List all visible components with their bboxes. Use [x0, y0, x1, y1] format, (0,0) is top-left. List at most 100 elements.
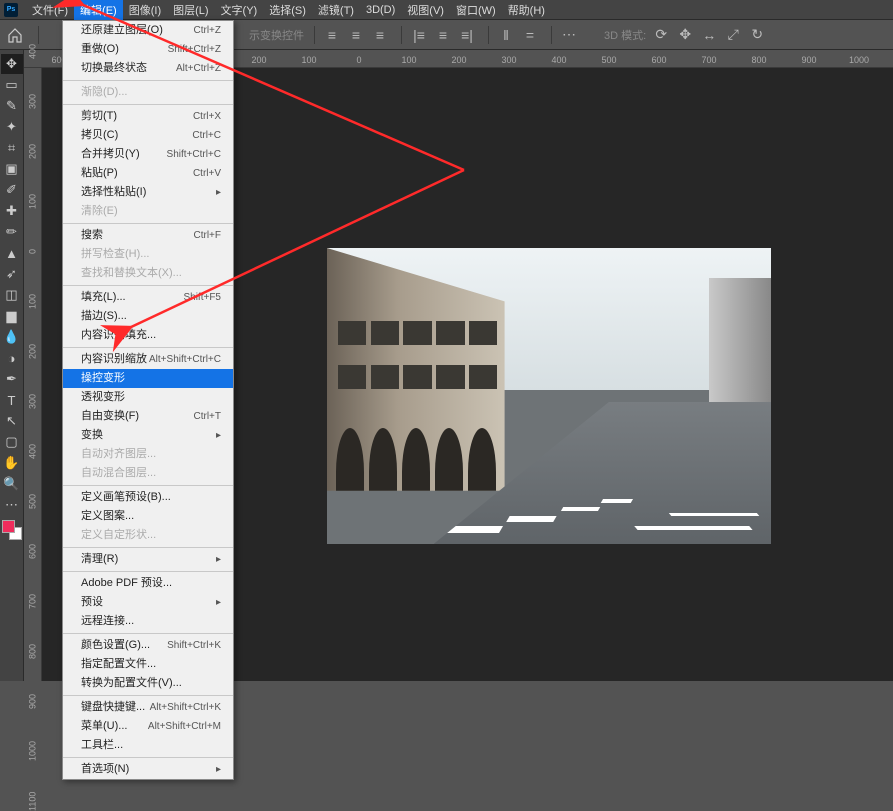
blur-tool[interactable]: 💧: [1, 327, 23, 347]
menu-item[interactable]: 颜色设置(G)...Shift+Ctrl+K: [63, 636, 233, 655]
menu-item[interactable]: 描边(S)...: [63, 307, 233, 326]
menu-separator: [63, 695, 233, 696]
menu-item[interactable]: 变换▸: [63, 426, 233, 445]
menu-file[interactable]: 文件(F): [26, 0, 74, 20]
shape-tool[interactable]: ▢: [1, 432, 23, 452]
menu-item[interactable]: 转换为配置文件(V)...: [63, 674, 233, 693]
edit-menu-dropdown: 还原建立图层(O)Ctrl+Z重做(O)Shift+Ctrl+Z切换最终状态Al…: [62, 20, 234, 780]
3d-slide-icon[interactable]: ↔: [698, 25, 720, 45]
move-tool[interactable]: ✥: [1, 54, 23, 74]
healing-tool[interactable]: ✚: [1, 201, 23, 221]
home-icon[interactable]: [6, 26, 24, 44]
eyedropper-tool[interactable]: ✐: [1, 180, 23, 200]
menu-item[interactable]: 填充(L)...Shift+F5: [63, 288, 233, 307]
menu-item[interactable]: 预设▸: [63, 593, 233, 612]
menu-image[interactable]: 图像(I): [123, 0, 167, 20]
menu-item[interactable]: 定义画笔预设(B)...: [63, 488, 233, 507]
menu-help[interactable]: 帮助(H): [502, 0, 551, 20]
menu-item[interactable]: 拷贝(C)Ctrl+C: [63, 126, 233, 145]
stamp-tool[interactable]: ▲: [1, 243, 23, 263]
align-left-icon[interactable]: |≡: [408, 25, 430, 45]
menu-3d[interactable]: 3D(D): [360, 2, 401, 18]
ruler-tick: 700: [24, 594, 41, 608]
menu-item[interactable]: 选择性粘贴(I)▸: [63, 183, 233, 202]
menu-item[interactable]: 指定配置文件...: [63, 655, 233, 674]
frame-tool[interactable]: ▣: [1, 159, 23, 179]
gradient-tool[interactable]: ▆: [1, 306, 23, 326]
crop-tool[interactable]: ⌗: [1, 138, 23, 158]
distribute-v-icon[interactable]: =: [519, 25, 541, 45]
menu-item[interactable]: 搜索Ctrl+F: [63, 226, 233, 245]
menu-item[interactable]: 操控变形: [63, 369, 233, 388]
divider: [38, 26, 39, 44]
align-top-icon[interactable]: ≡: [321, 25, 343, 45]
eraser-tool[interactable]: ◫: [1, 285, 23, 305]
3d-orbit-icon[interactable]: ⟳: [650, 25, 672, 45]
menu-item[interactable]: 清理(R)▸: [63, 550, 233, 569]
fg-color-swatch[interactable]: [2, 520, 15, 533]
ruler-tick: 200: [251, 50, 266, 67]
menu-item[interactable]: 键盘快捷键...Alt+Shift+Ctrl+K: [63, 698, 233, 717]
lasso-tool[interactable]: ✎: [1, 96, 23, 116]
align-right-icon[interactable]: ≡|: [456, 25, 478, 45]
align-bottom-icon[interactable]: ≡: [369, 25, 391, 45]
menu-layer[interactable]: 图层(L): [167, 0, 214, 20]
more-align-icon[interactable]: ⋯: [558, 25, 580, 45]
more-tool[interactable]: ⋯: [1, 495, 23, 515]
menu-item[interactable]: Adobe PDF 预设...: [63, 574, 233, 593]
brush-tool[interactable]: ✏: [1, 222, 23, 242]
menu-item[interactable]: 工具栏...: [63, 736, 233, 755]
quick-select-tool[interactable]: ✦: [1, 117, 23, 137]
align-middle-icon[interactable]: ≡: [345, 25, 367, 45]
ruler-tick: 600: [24, 544, 41, 558]
menu-item[interactable]: 透视变形: [63, 388, 233, 407]
distribute-h-icon[interactable]: ‖: [495, 25, 517, 45]
ruler-tick: 1000: [24, 744, 41, 758]
menu-item[interactable]: 粘贴(P)Ctrl+V: [63, 164, 233, 183]
document-image[interactable]: [327, 248, 771, 544]
menu-separator: [63, 757, 233, 758]
color-swatches[interactable]: [2, 520, 22, 540]
ruler-tick: 800: [24, 644, 41, 658]
menu-separator: [63, 285, 233, 286]
menu-view[interactable]: 视图(V): [401, 0, 450, 20]
menu-item[interactable]: 定义图案...: [63, 507, 233, 526]
history-brush-tool[interactable]: ➶: [1, 264, 23, 284]
menu-window[interactable]: 窗口(W): [450, 0, 502, 20]
menu-item: 定义自定形状...: [63, 526, 233, 545]
menu-item[interactable]: 合并拷贝(Y)Shift+Ctrl+C: [63, 145, 233, 164]
ruler-tick: 200: [24, 144, 41, 158]
align-center-icon[interactable]: ≡: [432, 25, 454, 45]
dodge-tool[interactable]: ◑: [1, 348, 23, 368]
menu-filter[interactable]: 滤镜(T): [312, 0, 360, 20]
vertical-ruler: 8007006005004003002001000100200300400500…: [24, 68, 42, 681]
ruler-tick: 100: [401, 50, 416, 67]
menu-item[interactable]: 远程连接...: [63, 612, 233, 631]
marquee-tool[interactable]: ▭: [1, 75, 23, 95]
3d-rotate-icon[interactable]: ↻: [746, 25, 768, 45]
hand-tool[interactable]: ✋: [1, 453, 23, 473]
3d-zoom-icon[interactable]: ⤢: [722, 25, 744, 45]
menu-item[interactable]: 内容识别填充...: [63, 326, 233, 345]
menu-type[interactable]: 文字(Y): [215, 0, 264, 20]
menu-item[interactable]: 自由变换(F)Ctrl+T: [63, 407, 233, 426]
menu-edit[interactable]: 编辑(E): [74, 0, 123, 20]
path-select-tool[interactable]: ↖: [1, 411, 23, 431]
ruler-tick: 200: [24, 344, 41, 358]
menu-item[interactable]: 菜单(U)...Alt+Shift+Ctrl+M: [63, 717, 233, 736]
menu-item[interactable]: 内容识别缩放Alt+Shift+Ctrl+C: [63, 350, 233, 369]
ruler-tick: 100: [24, 194, 41, 208]
ruler-tick: 300: [24, 394, 41, 408]
3d-pan-icon[interactable]: ✥: [674, 25, 696, 45]
menu-item[interactable]: 重做(O)Shift+Ctrl+Z: [63, 40, 233, 59]
pen-tool[interactable]: ✒: [1, 369, 23, 389]
menu-item[interactable]: 首选项(N)▸: [63, 760, 233, 779]
menu-item[interactable]: 剪切(T)Ctrl+X: [63, 107, 233, 126]
ruler-tick: 300: [501, 50, 516, 67]
zoom-tool[interactable]: 🔍: [1, 474, 23, 494]
menu-item[interactable]: 还原建立图层(O)Ctrl+Z: [63, 21, 233, 40]
ruler-tick: 100: [301, 50, 316, 67]
menu-select[interactable]: 选择(S): [263, 0, 312, 20]
type-tool[interactable]: T: [1, 390, 23, 410]
menu-item[interactable]: 切换最终状态Alt+Ctrl+Z: [63, 59, 233, 78]
